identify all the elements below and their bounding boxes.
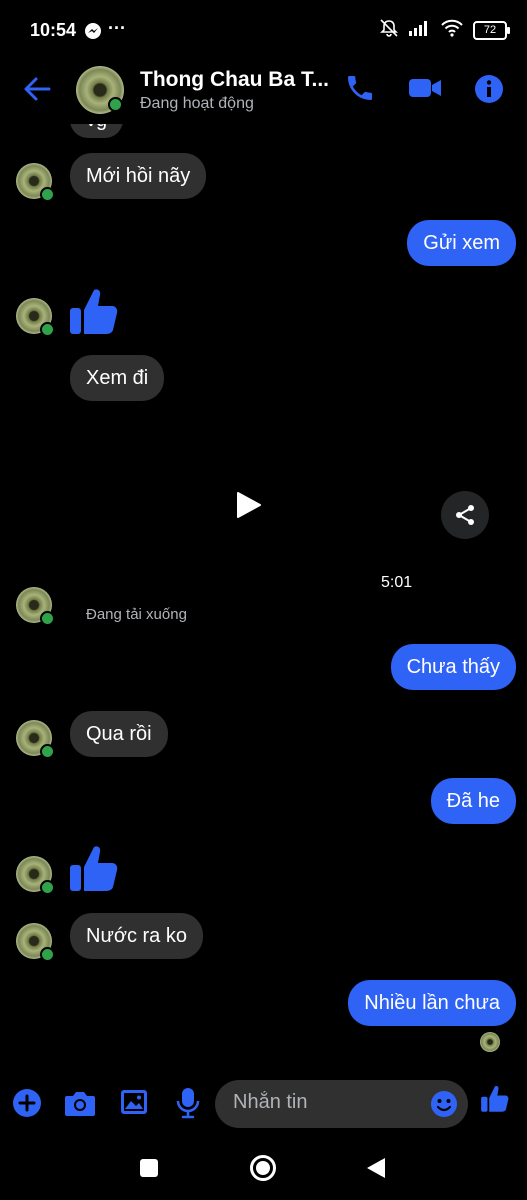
online-indicator bbox=[40, 880, 55, 895]
message-text: Xem đi bbox=[86, 367, 149, 389]
message-input[interactable] bbox=[231, 1090, 425, 1115]
message-text: Nước ra ko bbox=[86, 925, 187, 947]
message-bubble-outgoing[interactable]: Gửi xem bbox=[407, 220, 516, 266]
thumbs-up-sticker-icon[interactable] bbox=[68, 843, 120, 900]
online-indicator bbox=[108, 97, 123, 112]
online-indicator bbox=[40, 947, 55, 962]
video-call-icon[interactable] bbox=[408, 74, 442, 107]
seen-avatar bbox=[480, 1032, 500, 1052]
microphone-icon[interactable] bbox=[176, 1087, 200, 1124]
signal-icon bbox=[409, 20, 431, 41]
home-button[interactable] bbox=[250, 1155, 276, 1181]
back-button[interactable] bbox=[366, 1157, 386, 1184]
status-bar: 10:54 ··· 72 bbox=[0, 0, 527, 60]
message-bubble-outgoing[interactable]: Chưa thấy bbox=[390, 644, 516, 690]
online-indicator bbox=[40, 611, 55, 626]
like-button-icon[interactable] bbox=[480, 1084, 510, 1119]
message-text: Nhiều lần chưa bbox=[364, 992, 500, 1014]
status-icons: 72 bbox=[379, 18, 510, 43]
message-bubble-incoming[interactable]: Mới hồi nãy bbox=[70, 153, 207, 199]
back-arrow-icon[interactable] bbox=[22, 74, 52, 109]
message-bubble-incoming[interactable]: Nước ra ko bbox=[70, 913, 203, 959]
share-icon bbox=[456, 505, 474, 525]
camera-icon[interactable] bbox=[64, 1089, 96, 1122]
thumbs-up-sticker-icon[interactable] bbox=[68, 286, 120, 343]
message-text: Đã he bbox=[446, 790, 500, 812]
message-bubble-outgoing[interactable]: Nhiều lần chưa bbox=[348, 980, 516, 1026]
play-icon[interactable] bbox=[236, 491, 262, 524]
more-notifications-icon: ··· bbox=[108, 18, 126, 38]
online-indicator bbox=[40, 322, 55, 337]
status-time: 10:54 bbox=[30, 20, 77, 40]
recents-button[interactable] bbox=[140, 1159, 158, 1177]
bell-muted-icon bbox=[379, 18, 399, 43]
plus-icon[interactable] bbox=[12, 1088, 42, 1123]
share-button[interactable] bbox=[441, 491, 489, 539]
message-text: Chưa thấy bbox=[406, 656, 500, 678]
video-duration: 5:01 bbox=[381, 574, 413, 591]
wifi-icon bbox=[441, 19, 463, 42]
message-text: Mới hồi nãy bbox=[86, 165, 191, 187]
message-composer[interactable] bbox=[215, 1080, 468, 1128]
battery-icon: 72 bbox=[473, 21, 510, 40]
contact-presence: Đang hoạt động bbox=[140, 95, 254, 112]
message-bubble-outgoing[interactable]: Đã he bbox=[430, 778, 516, 824]
messenger-notification-icon bbox=[84, 22, 102, 45]
download-status: Đang tải xuống bbox=[86, 606, 187, 623]
system-nav-bar bbox=[0, 1140, 527, 1200]
emoji-icon[interactable] bbox=[430, 1090, 458, 1123]
phone-call-icon[interactable] bbox=[344, 72, 376, 109]
message-bubble-incoming[interactable]: Qua rồi bbox=[70, 711, 168, 757]
online-indicator bbox=[40, 187, 55, 202]
message-text: Gửi xem bbox=[423, 232, 500, 254]
message-bubble-incoming[interactable]: Xem đi bbox=[70, 355, 165, 401]
info-icon[interactable] bbox=[474, 74, 504, 109]
gallery-icon[interactable] bbox=[120, 1089, 148, 1120]
online-indicator bbox=[40, 744, 55, 759]
message-text: Qua rồi bbox=[86, 723, 152, 745]
contact-name[interactable]: Thong Chau Ba T... bbox=[140, 68, 329, 92]
